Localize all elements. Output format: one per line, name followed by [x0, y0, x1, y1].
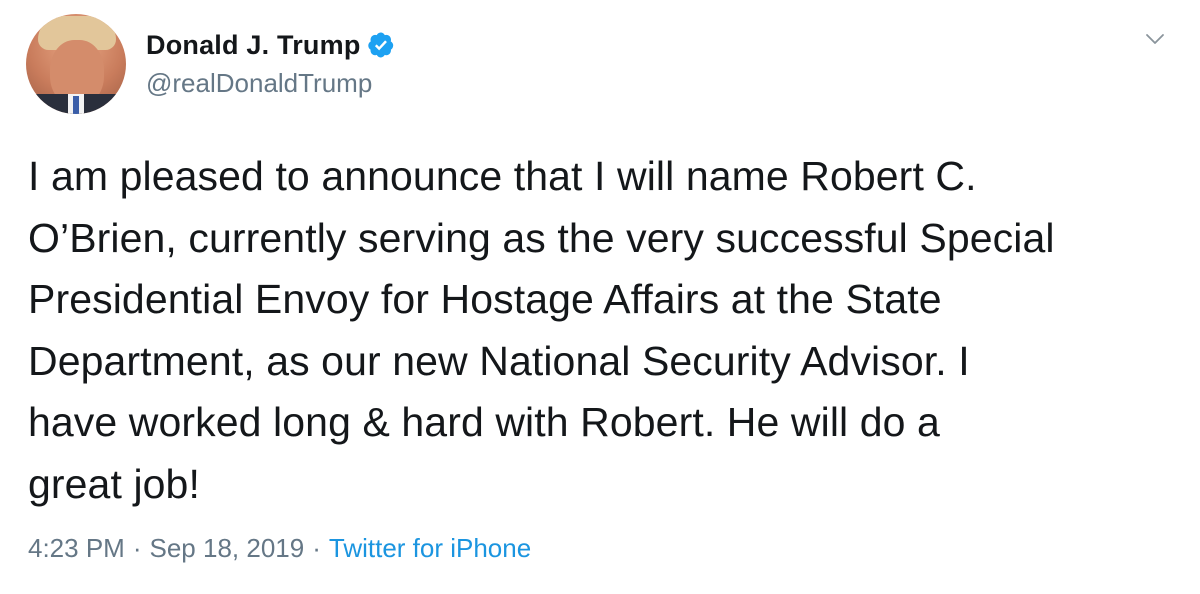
- tweet-source-link[interactable]: Twitter for iPhone: [329, 533, 531, 564]
- meta-separator: ·: [132, 533, 142, 563]
- verified-badge-icon: [367, 32, 393, 58]
- tweet-text: I am pleased to announce that I will nam…: [28, 153, 1055, 507]
- avatar[interactable]: [26, 14, 126, 114]
- author-handle[interactable]: @realDonaldTrump: [146, 68, 372, 99]
- tweet-card: Donald J. Trump @realDonaldTrump I am pl…: [0, 0, 1200, 594]
- chevron-down-icon[interactable]: [1144, 30, 1166, 48]
- tweet-meta: 4:23 PM · Sep 18, 2019 · Twitter for iPh…: [28, 533, 531, 564]
- author-name-row[interactable]: Donald J. Trump: [146, 26, 395, 64]
- avatar-tie: [73, 96, 79, 114]
- tweet-time[interactable]: 4:23 PM: [28, 533, 125, 564]
- meta-separator: ·: [312, 533, 321, 563]
- author-display-name[interactable]: Donald J. Trump: [146, 30, 361, 61]
- tweet-date[interactable]: Sep 18, 2019: [150, 533, 305, 564]
